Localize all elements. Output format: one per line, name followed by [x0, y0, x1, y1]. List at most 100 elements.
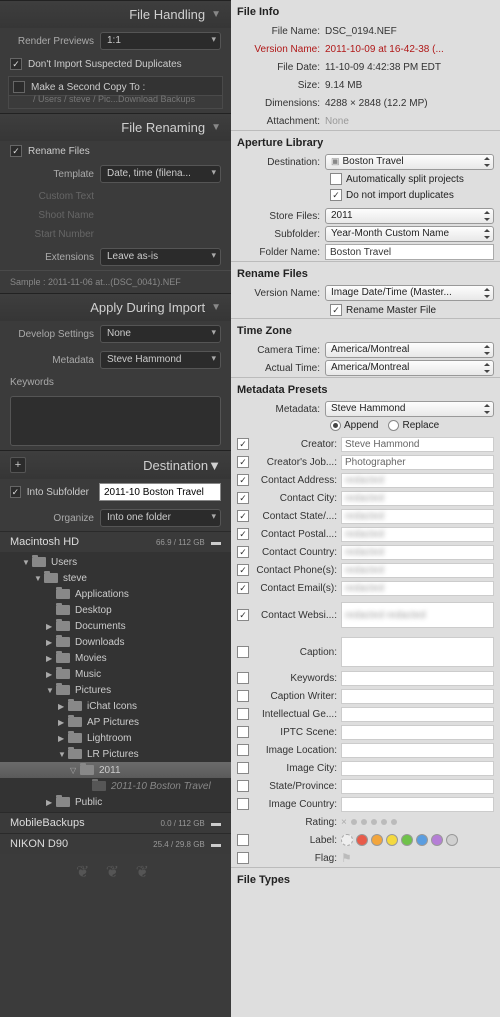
color-label-dot[interactable]	[356, 834, 368, 846]
meta-field-input[interactable]	[341, 743, 494, 758]
color-label-dot[interactable]	[371, 834, 383, 846]
meta-field-checkbox[interactable]	[237, 744, 249, 756]
meta-field-input[interactable]: redacted	[341, 527, 494, 542]
meta-field-input[interactable]	[341, 761, 494, 776]
section-destination[interactable]: + Destination▼	[0, 450, 231, 479]
meta-field-input[interactable]: redacted	[341, 581, 494, 596]
volume-mobilebackups[interactable]: MobileBackups0.0 / 112 GB ▬	[0, 812, 231, 833]
color-label-dot[interactable]	[446, 834, 458, 846]
tree-documents[interactable]: ▶Documents	[0, 618, 231, 634]
aplib-dest-select[interactable]: ▣Boston Travel	[325, 154, 494, 170]
rename-version-select[interactable]: Image Date/Time (Master...	[325, 285, 494, 301]
tree-2011[interactable]: ▽2011	[0, 762, 231, 778]
meta-field-checkbox[interactable]	[237, 528, 249, 540]
meta-field-input[interactable]	[341, 637, 494, 667]
color-label-dot[interactable]	[401, 834, 413, 846]
meta-field-checkbox[interactable]	[237, 646, 249, 658]
meta-preset-select[interactable]: Steve Hammond	[325, 401, 494, 417]
meta-field-checkbox[interactable]	[237, 456, 249, 468]
meta-field-input[interactable]: redacted	[341, 545, 494, 560]
section-file-renaming[interactable]: File Renaming▼	[0, 113, 231, 141]
new-folder-button[interactable]: +	[10, 457, 26, 473]
tree-desktop[interactable]: Desktop	[0, 602, 231, 618]
rating-clear-icon[interactable]: ×	[341, 817, 347, 828]
meta-field-checkbox[interactable]	[237, 762, 249, 774]
color-label-dot[interactable]	[416, 834, 428, 846]
meta-field-checkbox[interactable]	[237, 780, 249, 792]
meta-field-input[interactable]: redacted	[341, 491, 494, 506]
meta-field-checkbox[interactable]	[237, 582, 249, 594]
meta-field-checkbox[interactable]	[237, 510, 249, 522]
meta-field-checkbox[interactable]	[237, 546, 249, 558]
meta-field-input[interactable]	[341, 779, 494, 794]
color-label-dot[interactable]	[431, 834, 443, 846]
into-subfolder-checkbox[interactable]: ✓	[10, 486, 21, 498]
meta-field-checkbox[interactable]	[237, 564, 249, 576]
keywords-input[interactable]	[10, 396, 221, 446]
meta-field-input[interactable]: Photographer	[341, 455, 494, 470]
meta-field-checkbox[interactable]	[237, 492, 249, 504]
tree-new-folder[interactable]: 2011-10 Boston Travel	[0, 778, 231, 794]
aplib-no-dupes-checkbox[interactable]	[330, 189, 342, 201]
tree-pictures[interactable]: ▼Pictures	[0, 682, 231, 698]
meta-field-input[interactable]	[341, 689, 494, 704]
tree-users[interactable]: ▼Users	[0, 554, 231, 570]
meta-field-checkbox[interactable]	[237, 726, 249, 738]
replace-radio[interactable]: Replace	[388, 420, 439, 431]
meta-field-input[interactable]	[341, 707, 494, 722]
meta-field-checkbox[interactable]	[237, 798, 249, 810]
tree-public[interactable]: ▶Public	[0, 794, 231, 810]
section-apply-import[interactable]: Apply During Import▼	[0, 293, 231, 321]
tree-steve[interactable]: ▼steve	[0, 570, 231, 586]
append-radio[interactable]: Append	[330, 420, 378, 431]
meta-field-checkbox[interactable]	[237, 708, 249, 720]
camera-time-select[interactable]: America/Montreal	[325, 342, 494, 358]
section-file-handling[interactable]: File Handling▼	[0, 0, 231, 28]
tree-ap-pictures[interactable]: ▶AP Pictures	[0, 714, 231, 730]
subfolder-select[interactable]: Year-Month Custom Name	[325, 226, 494, 242]
metadata-select[interactable]: Steve Hammond	[100, 351, 221, 369]
tree-movies[interactable]: ▶Movies	[0, 650, 231, 666]
volume-nikon[interactable]: NIKON D9025.4 / 29.8 GB ▬	[0, 833, 231, 854]
template-select[interactable]: Date, time (filena...	[100, 165, 221, 183]
meta-website-checkbox[interactable]	[237, 609, 249, 621]
folder-name-input[interactable]	[325, 244, 494, 260]
extensions-select[interactable]: Leave as-is	[100, 248, 221, 266]
meta-field-input[interactable]: redacted	[341, 563, 494, 578]
meta-field-checkbox[interactable]	[237, 474, 249, 486]
store-files-select[interactable]: 2011	[325, 208, 494, 224]
meta-field-checkbox[interactable]	[237, 690, 249, 702]
auto-split-checkbox[interactable]	[330, 173, 342, 185]
tree-music[interactable]: ▶Music	[0, 666, 231, 682]
tree-ichat[interactable]: ▶iChat Icons	[0, 698, 231, 714]
rename-master-checkbox[interactable]	[330, 304, 342, 316]
tree-lr-pictures[interactable]: ▼LR Pictures	[0, 746, 231, 762]
organize-select[interactable]: Into one folder	[100, 509, 221, 527]
meta-field-input[interactable]	[341, 797, 494, 812]
meta-field-input[interactable]	[341, 725, 494, 740]
meta-field-input[interactable]: redacted	[341, 509, 494, 524]
subfolder-name-input[interactable]	[99, 483, 221, 501]
flag-icon[interactable]: ⚑	[341, 851, 352, 865]
flag-checkbox[interactable]	[237, 852, 249, 864]
actual-time-select[interactable]: America/Montreal	[325, 360, 494, 376]
no-dupes-checkbox[interactable]: ✓	[10, 58, 22, 70]
meta-field-checkbox[interactable]	[237, 672, 249, 684]
tree-downloads[interactable]: ▶Downloads	[0, 634, 231, 650]
volume-macintosh-hd[interactable]: Macintosh HD66.9 / 112 GB ▬	[0, 531, 231, 552]
rating-control[interactable]: ×	[341, 817, 494, 828]
tree-applications[interactable]: Applications	[0, 586, 231, 602]
meta-field-checkbox[interactable]	[237, 438, 249, 450]
render-previews-select[interactable]: 1:1	[100, 32, 221, 50]
rename-files-checkbox[interactable]: ✓	[10, 145, 22, 157]
label-checkbox[interactable]	[237, 834, 249, 846]
meta-field-input[interactable]: Steve Hammond	[341, 437, 494, 452]
meta-website-input[interactable]: redacted redacted	[341, 602, 494, 628]
meta-field-input[interactable]: redacted	[341, 473, 494, 488]
second-copy-checkbox[interactable]	[13, 81, 25, 93]
tree-lightroom[interactable]: ▶Lightroom	[0, 730, 231, 746]
develop-select[interactable]: None	[100, 325, 221, 343]
meta-field-input[interactable]	[341, 671, 494, 686]
color-label-dot[interactable]	[341, 834, 353, 846]
color-label-dot[interactable]	[386, 834, 398, 846]
